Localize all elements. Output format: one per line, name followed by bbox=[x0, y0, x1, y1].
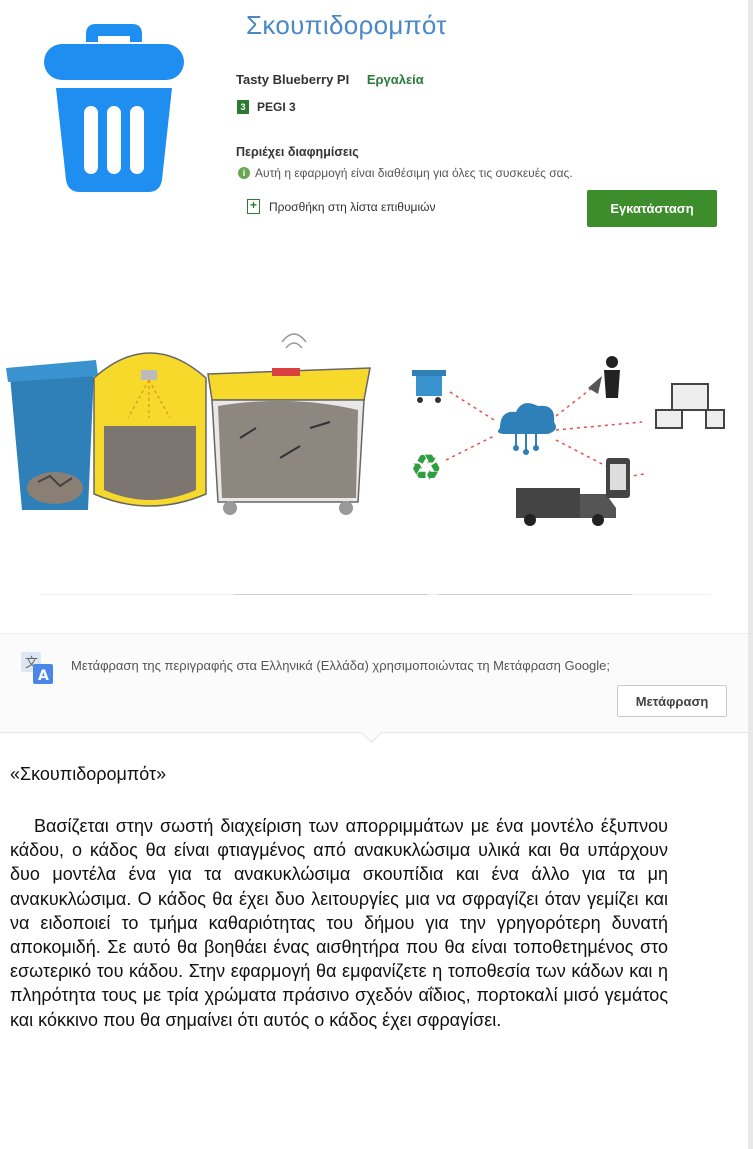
trash-bin-icon bbox=[44, 24, 184, 192]
wishlist-label: Προσθήκη στη λίστα επιθυμιών bbox=[269, 199, 436, 214]
developer-link[interactable]: Tasty Blueberry PI bbox=[236, 72, 349, 87]
google-translate-icon: 文 A bbox=[21, 652, 53, 684]
smart-bin-illustration bbox=[6, 333, 371, 515]
description-title: «Σκουπιδορομπότ» bbox=[10, 764, 167, 784]
content-rating: 3 PEGI 3 bbox=[237, 100, 296, 114]
translate-bar bbox=[0, 633, 748, 733]
info-icon: i bbox=[238, 167, 250, 179]
svg-text:A: A bbox=[38, 668, 49, 684]
install-button[interactable]: Εγκατάσταση bbox=[587, 190, 717, 227]
translate-button[interactable]: Μετάφραση bbox=[617, 685, 727, 717]
availability-text: Αυτή η εφαρμογή είναι διαθέσιμη για όλες… bbox=[255, 166, 573, 180]
pegi-icon: 3 bbox=[237, 100, 249, 114]
svg-text:♻: ♻ bbox=[410, 448, 442, 489]
ads-notice: Περιέχει διαφημίσεις bbox=[236, 145, 359, 159]
screenshot-illustration: ♻ bbox=[6, 333, 725, 526]
description-body: Βασίζεται στην σωστή διαχείριση των απορ… bbox=[10, 816, 668, 1030]
page-edge bbox=[748, 0, 753, 1149]
bookmark-add-icon: + bbox=[247, 199, 260, 214]
availability-notice: i Αυτή η εφαρμογή είναι διαθέσιμη για όλ… bbox=[238, 166, 573, 180]
rating-label: PEGI 3 bbox=[257, 100, 296, 114]
wishlist-link[interactable]: + Προσθήκη στη λίστα επιθυμιών bbox=[247, 199, 435, 214]
translate-prompt: Μετάφραση της περιγραφής στα Ελληνικά (Ε… bbox=[71, 658, 611, 673]
divider bbox=[234, 594, 428, 595]
iot-diagram-illustration: ♻ bbox=[410, 356, 725, 526]
app-meta: Tasty Blueberry PI Εργαλεία bbox=[236, 72, 424, 87]
divider bbox=[438, 594, 632, 595]
category-link[interactable]: Εργαλεία bbox=[367, 72, 424, 87]
app-title: Σκουπιδορομπότ bbox=[246, 10, 447, 40]
